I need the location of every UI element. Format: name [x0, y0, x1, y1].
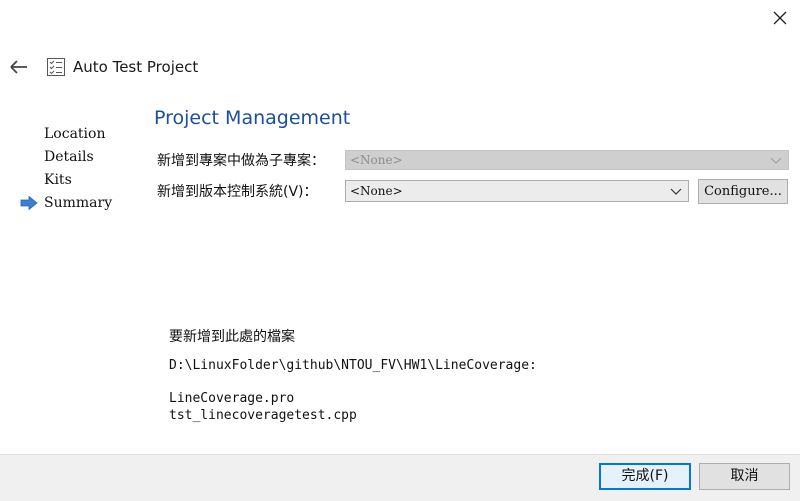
- step-label: Location: [44, 126, 106, 142]
- add-to-project-label: 新增到專案中做為子專案：: [157, 153, 325, 169]
- finish-button[interactable]: 完成(F): [599, 463, 691, 490]
- wizard-steps: Location Details Kits Summary: [20, 125, 140, 217]
- step-label: Summary: [44, 195, 113, 211]
- step-location: Location: [20, 125, 140, 148]
- step-kits: Kits: [20, 171, 140, 194]
- step-label: Details: [44, 149, 94, 165]
- step-label: Kits: [44, 172, 72, 188]
- target-path: D:\LinuxFolder\github\NTOU_FV\HW1\LineCo…: [169, 358, 537, 373]
- close-button[interactable]: [766, 4, 794, 32]
- window-title: Auto Test Project: [73, 58, 199, 76]
- step-summary: Summary: [20, 194, 140, 217]
- file-list-item: LineCoverage.pro: [169, 391, 295, 406]
- add-to-project-value: <None>: [350, 153, 403, 167]
- add-to-vcs-select[interactable]: <None>: [345, 180, 689, 202]
- close-icon: [773, 11, 787, 25]
- back-button[interactable]: [8, 58, 30, 76]
- chevron-down-icon: [770, 157, 782, 164]
- step-details: Details: [20, 148, 140, 171]
- page-title: Project Management: [154, 107, 351, 129]
- file-list-item: tst_linecoveragetest.cpp: [169, 408, 357, 423]
- back-arrow-icon: [10, 60, 27, 74]
- add-to-vcs-value: <None>: [350, 184, 403, 198]
- checklist-icon: [45, 56, 67, 78]
- cancel-button[interactable]: 取消: [699, 463, 790, 490]
- add-to-project-select: <None>: [345, 150, 789, 170]
- chevron-down-icon: [670, 188, 682, 195]
- files-heading: 要新增到此處的檔案: [169, 329, 295, 345]
- arrow-right-icon: [20, 196, 38, 210]
- configure-button[interactable]: Configure...: [698, 179, 788, 204]
- add-to-vcs-label: 新增到版本控制系統(V)：: [157, 184, 318, 200]
